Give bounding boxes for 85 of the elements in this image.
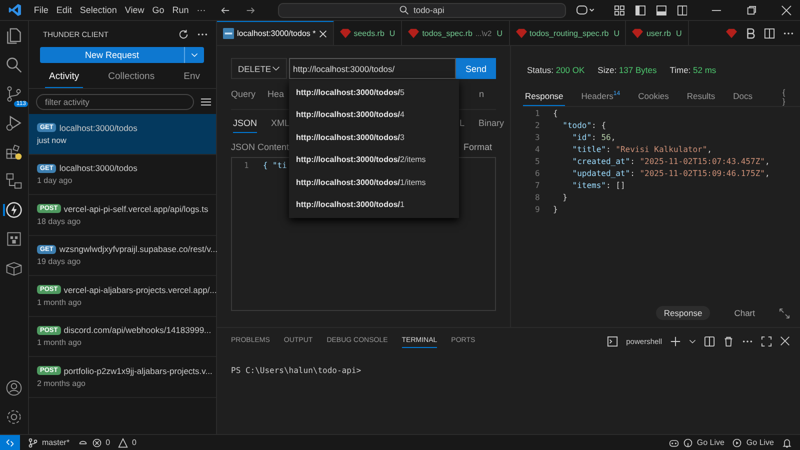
- line-number: 1: [534, 109, 541, 118]
- menu-item[interactable]: View: [124, 5, 144, 15]
- error-count[interactable]: 0: [106, 438, 110, 447]
- new-request-button[interactable]: New Request: [40, 47, 184, 63]
- code-line: "items": []: [571, 180, 626, 190]
- filter-field[interactable]: filter activity: [36, 94, 194, 110]
- body-type-tab[interactable]: Binary: [478, 118, 504, 133]
- request-url: localhost:3000/todos: [59, 122, 138, 133]
- response-stat: Size: 137 Bytes: [598, 65, 657, 75]
- body-type-tab[interactable]: XML: [271, 118, 290, 133]
- terminal-prompt: PS C:\Users\halun\todo-api>: [231, 366, 362, 375]
- menu-item[interactable]: Edit: [56, 5, 72, 15]
- braces-button[interactable]: { }: [782, 88, 786, 106]
- code-line: "updated_at": "2025-11-02T15:09:46.175Z",: [571, 168, 770, 178]
- request-time: 19 days ago: [37, 257, 82, 266]
- request-time: 2 months ago: [37, 378, 86, 388]
- line-number: 1: [244, 161, 249, 170]
- sidebar-tab[interactable]: Env: [180, 71, 204, 88]
- line-number: 3: [534, 133, 541, 142]
- suggestion-item[interactable]: http://localhost:3000/todos/5: [289, 82, 459, 104]
- send-button[interactable]: Send: [456, 58, 496, 79]
- request-time: just now: [37, 136, 68, 145]
- editor-tab[interactable]: user.rb U: [626, 21, 689, 45]
- menu-item[interactable]: File: [34, 5, 48, 15]
- menu-item[interactable]: ···: [196, 5, 206, 15]
- go-live-button[interactable]: Go Live: [696, 438, 724, 447]
- request-time: 1 month ago: [37, 298, 82, 307]
- line-number: 9: [534, 204, 541, 214]
- menu-item[interactable]: Selection: [80, 5, 117, 15]
- request-url: vercel-api-pi-self.vercel.app/api/logs.ts: [64, 204, 208, 214]
- line-number: 2: [534, 121, 541, 130]
- line-number: 8: [534, 192, 541, 202]
- response-tab[interactable]: Results: [684, 89, 718, 105]
- code-text: { "ti: [262, 161, 287, 170]
- line-number: 5: [534, 157, 541, 166]
- code-line: {: [553, 109, 558, 118]
- sidebar-tab[interactable]: Collections: [104, 71, 159, 88]
- request-time: 1 day ago: [37, 176, 74, 186]
- request-tab[interactable]: n: [478, 89, 484, 109]
- response-tab[interactable]: Headers$^{14}$: [579, 89, 622, 105]
- editor-tab[interactable]: seeds.rb U: [334, 21, 402, 45]
- request-url: portfolio-p2zw1x9jj-aljabars-projects.v...: [64, 366, 212, 376]
- suggestion-item[interactable]: http://localhost:3000/todos/1/items: [289, 172, 459, 194]
- menu-item[interactable]: Run: [172, 5, 189, 15]
- editor-tab[interactable]: localhost:3000/todos *: [217, 21, 334, 45]
- code-line: "created_at": "2025-11-02T15:07:43.457Z",: [571, 157, 770, 166]
- response-stat: Time: 52 ms: [670, 65, 716, 75]
- content-label: JSON Content: [231, 142, 290, 152]
- code-line: }: [553, 204, 558, 214]
- view-toggle[interactable]: Chart: [726, 306, 763, 320]
- line-number: 4: [534, 145, 541, 154]
- code-line: "title": "Revisi Kalkulator",: [571, 145, 712, 154]
- url-field[interactable]: http://localhost:3000/todos/: [289, 58, 456, 79]
- search-field[interactable]: todo-api: [278, 2, 566, 18]
- line-number: 7: [534, 180, 541, 190]
- body-type-tab[interactable]: JSON: [233, 118, 258, 133]
- request-url: wzsngwlwdjxyfvpraijl.supabase.co/rest/v...: [59, 244, 218, 254]
- editor-tab[interactable]: todos_routing_spec.rb U: [510, 21, 626, 45]
- code-line: }: [562, 192, 568, 202]
- response-tab[interactable]: Response: [523, 88, 566, 106]
- suggestion-item[interactable]: http://localhost:3000/todos/3: [289, 126, 459, 150]
- go-live-button[interactable]: Go Live: [746, 438, 774, 447]
- request-tab[interactable]: Query: [231, 89, 256, 109]
- request-url: vercel-api-aljabars-projects.vercel.app/...: [64, 284, 217, 295]
- sidebar-tab[interactable]: Activity: [45, 71, 84, 88]
- response-tab[interactable]: Docs: [731, 89, 755, 105]
- response-stat: Status: 200 OK: [527, 65, 585, 75]
- suggestion-item[interactable]: http://localhost:3000/todos/1: [289, 194, 459, 216]
- request-tab[interactable]: Hea: [268, 89, 284, 109]
- code-line: "todo": {: [562, 121, 606, 130]
- response-tab[interactable]: Cookies: [636, 89, 671, 105]
- method-select[interactable]: DELETE: [231, 58, 287, 79]
- line-number: 6: [534, 168, 541, 178]
- branch-name[interactable]: master*: [42, 438, 70, 447]
- suggestion-item[interactable]: http://localhost:3000/todos/4: [289, 104, 459, 127]
- request-url: discord.com/api/webhooks/14183999...: [64, 325, 212, 336]
- view-toggle[interactable]: Response: [656, 306, 710, 320]
- menu-item[interactable]: Go: [152, 5, 164, 15]
- code-line: "id": 56,: [571, 133, 616, 142]
- warning-count[interactable]: 0: [132, 438, 136, 447]
- format-link[interactable]: Format: [463, 142, 492, 152]
- request-time: 1 month ago: [37, 338, 82, 348]
- request-time: 18 days ago: [37, 216, 82, 226]
- suggestion-item[interactable]: http://localhost:3000/todos/2/items: [289, 149, 459, 172]
- request-url: localhost:3000/todos: [59, 163, 138, 174]
